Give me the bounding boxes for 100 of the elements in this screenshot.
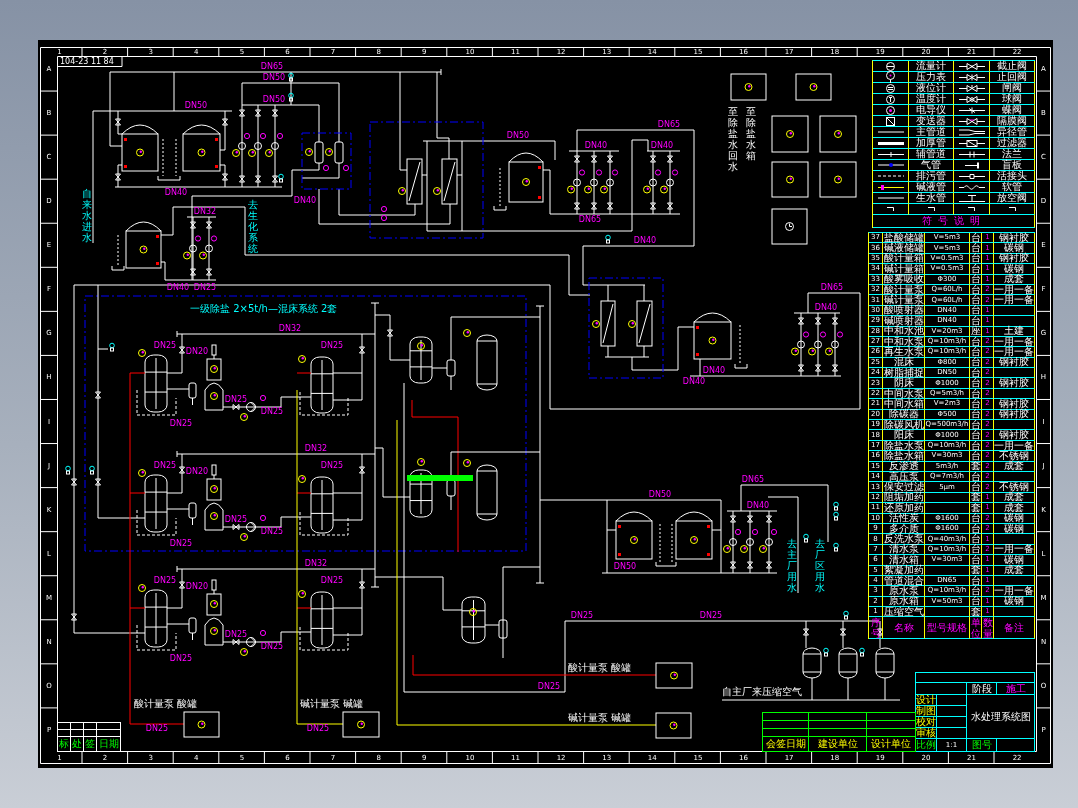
legend-label: 气管 [909,160,954,171]
table-cell: 一用一备 [994,440,1035,452]
table-cell: 台 [970,555,982,566]
valve-icon [574,155,580,163]
instrument-icon [669,721,678,730]
sensor-icon [65,465,71,475]
tank-outline [655,662,693,689]
table-cell: 碳钢 [994,513,1035,524]
instrument-icon [630,536,638,544]
instrument-icon [670,671,678,680]
table-cell: 台 [970,295,982,306]
sensor-icon [859,647,865,657]
gauge-icon [671,169,679,176]
table-cell: 碱液储罐 [883,243,925,254]
table-cell: 絮凝加药 [883,565,925,576]
tank-drawing [182,124,221,172]
instrument-icon [417,342,425,350]
pipe-size-label: DN25 [260,408,284,416]
tank-drawing [875,647,895,679]
table-cell [994,388,1035,400]
change-table-label: 签 [84,737,97,752]
transmitter-icon [886,116,895,126]
table-cell: 钢衬胶 [994,378,1035,389]
drain-pit-icon [111,265,125,271]
drawing-title: 水处理系统图 [967,695,1035,739]
exchanger-drawing [144,354,168,413]
table-cell: 中和水池 [883,326,925,337]
gauge-icon [342,164,350,172]
table-cell: 台 [970,513,982,524]
valve-icon [190,268,196,276]
table-cell [994,316,1035,327]
valve-icon [591,155,597,163]
valve-icon [232,639,240,645]
pipe-size-label: DN65 [820,284,844,292]
table-cell: 台 [970,534,982,545]
sensor-icon [89,465,95,475]
valve-icon [877,628,883,636]
tank-outline [730,73,767,101]
legend-label: 辅管道 [909,149,954,160]
legend-label: 法兰 [990,149,1035,160]
drawing-number: 104-23 11 84 [60,57,114,66]
instrument-icon [808,347,816,356]
exchanger-drawing [409,469,433,518]
valve-icon [232,524,240,530]
instrument-icon [199,251,207,260]
table-cell: 碳钢 [994,523,1035,535]
pipe-size-label: DN50 [506,132,530,140]
valve-icon [206,221,212,229]
instrument-icon [183,251,191,260]
table-cell: 台 [970,409,982,421]
table-cell: 清水泵 [883,544,925,556]
table-cell: 成套 [994,461,1035,472]
pipe-size-label: DN25 [320,462,344,470]
valve-icon [255,175,261,183]
gauge-icon [770,528,778,536]
flow-meter-icon [729,538,737,546]
gauge-icon [259,394,267,402]
gauge-icon [276,132,284,140]
flow-label: 至除盐水回水 [728,106,738,172]
valve-icon [359,581,365,589]
instrument-icon [417,458,425,466]
valve-icon [730,515,736,523]
legend-label: 生水管 [909,193,954,204]
legend-label: 温度计 [909,94,954,105]
pipe-line [117,234,119,267]
instrument-icon [357,720,365,729]
tank-drawing [675,511,713,560]
membrane-module [406,158,423,205]
dial-icon [785,222,794,231]
table-cell [937,695,967,706]
pipe-size-label: DN65 [578,216,602,224]
legend-label: 主管道 [909,127,954,138]
title-block-label: 校对 [916,717,937,728]
membrane-module [441,158,458,205]
instrument-icon [298,475,306,483]
table-cell: 钢衬胶 [994,357,1035,369]
sensor-icon [278,173,284,183]
instrument-icon [232,149,240,157]
filter-drawing [498,619,508,639]
valve-icon [222,118,228,126]
valve-icon [387,329,393,337]
sensor-icon [109,342,115,352]
table-cell: 成套 [994,503,1035,514]
dashed-line-icon [877,175,904,177]
legend-label: 液位计 [909,83,954,94]
table-cell: 反洗水泵 [883,534,925,545]
flow-label: 自来水进水 [82,188,92,243]
valve-icon [95,391,101,399]
pipe-size-label: DN25 [153,342,177,350]
flow-label: 去主厂用水 [787,538,797,593]
pipe-end-icon [968,207,975,211]
instrument-icon [325,148,333,156]
valve-icon [239,109,245,117]
gauge-icon [802,331,810,338]
valve-icon [747,515,753,523]
table-cell: 套 [970,607,982,618]
table-cell: 碱计量泵 [883,295,925,306]
tank-drawing [476,334,498,391]
pipe-size-label: DN25 [169,420,193,428]
table-cell: 台 [970,243,982,254]
